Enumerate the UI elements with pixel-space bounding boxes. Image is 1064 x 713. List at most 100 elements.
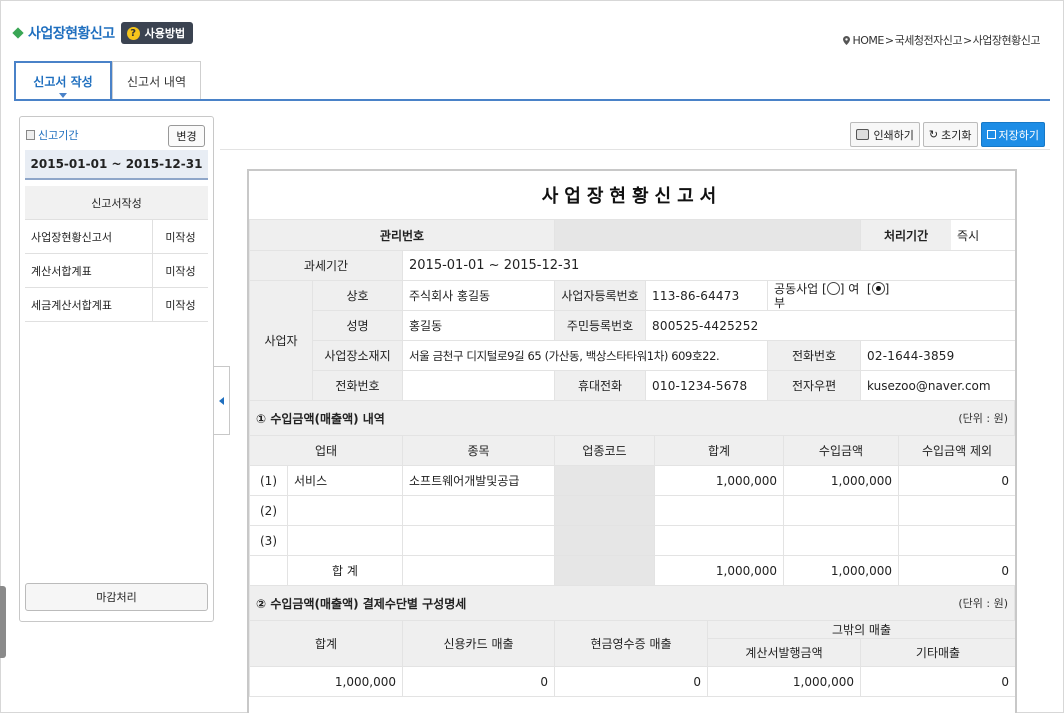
breadcrumb-separator: > (884, 33, 894, 47)
panel-collapse-handle[interactable] (214, 366, 230, 435)
breadcrumb: HOME > 국세청전자신고 > 사업장현황신고 (842, 32, 1041, 48)
row-income[interactable] (783, 525, 899, 556)
period-label: 신고기간 (26, 127, 78, 143)
joint-yes-radio[interactable] (826, 281, 840, 295)
row-business-type[interactable]: 서비스 (287, 465, 403, 496)
row-item[interactable]: 소프트웨어개발및공급 (402, 465, 555, 496)
row-total (654, 495, 784, 526)
reset-button[interactable]: ↻ 초기화 (922, 122, 978, 147)
row-business-type[interactable] (287, 525, 403, 556)
business-label: 사업자 (249, 280, 313, 401)
section-payment-header: ② 수입금액(매출액) 결제수단별 구성명세 (단위 : 원) (249, 586, 1015, 620)
name-value[interactable]: 홍길동 (401, 310, 556, 341)
breadcrumb-efiling[interactable]: 국세청전자신고 (895, 32, 963, 48)
pay-invoice-value[interactable]: 1,000,000 (707, 666, 861, 697)
rrn-value[interactable]: 800525-4425252 (645, 310, 1015, 341)
joint-no-radio[interactable] (871, 281, 885, 295)
list-item[interactable]: 사업장현황신고서 미작성 (25, 220, 208, 254)
save-label: 저장하기 (998, 128, 1039, 142)
row-income[interactable]: 1,000,000 (783, 465, 899, 496)
table-row: (1) 서비스 소프트웨어개발및공급 1,000,000 1,000,000 0 (249, 465, 1015, 496)
tab-write[interactable]: 신고서 작성 (14, 61, 112, 100)
email-label: 전자우편 (767, 370, 862, 401)
question-icon: ? (126, 26, 140, 40)
joint-business-cell: 공동사업 [] 여 [] 부 (767, 280, 1015, 311)
tax-period-label: 과세기간 (249, 250, 403, 281)
help-button[interactable]: ? 사용방법 (120, 22, 194, 44)
phone2-value[interactable] (401, 370, 556, 401)
tab-history[interactable]: 신고서 내역 (112, 61, 202, 100)
row-excluded[interactable] (898, 495, 1015, 526)
company-value[interactable]: 주식회사 홍길동 (401, 280, 556, 311)
row-industry-code[interactable] (554, 465, 655, 496)
save-icon (986, 130, 996, 139)
pay-card-value[interactable]: 0 (402, 666, 555, 697)
row-income[interactable] (783, 495, 899, 526)
payment-table: 합계 신용카드 매출 현금영수증 매출 그밖의 매출 계산서발행금액 기타매출 … (249, 620, 1015, 697)
mgmt-no-label: 관리번호 (249, 219, 556, 251)
change-period-button[interactable]: 변경 (168, 125, 205, 147)
row-total (654, 525, 784, 556)
save-button[interactable]: 저장하기 (980, 122, 1045, 147)
mgmt-no-value (554, 219, 862, 251)
diamond-bullet-icon (12, 27, 24, 39)
col-pay-invoice: 계산서발행금액 (707, 638, 861, 667)
row-industry-code[interactable] (554, 525, 655, 556)
tab-history-label: 신고서 내역 (127, 74, 187, 89)
tab-write-label: 신고서 작성 (33, 75, 93, 89)
row-excluded[interactable] (898, 525, 1015, 556)
phone-value[interactable]: 02-1644-3859 (860, 340, 1015, 371)
mobile-label: 휴대전화 (554, 370, 647, 401)
row-excluded[interactable]: 0 (898, 465, 1015, 496)
address-value[interactable]: 서울 금천구 디지털로9길 65 (가산동, 백상스타타워1차) 609호22. (401, 340, 769, 371)
pay-etc-value[interactable]: 0 (859, 666, 1015, 697)
row-industry-code[interactable] (554, 495, 655, 526)
company-label: 상호 (312, 280, 403, 311)
report-list-header: 신고서작성 (25, 186, 208, 220)
row-number: (2) (249, 495, 288, 526)
section-payment-title: ② 수입금액(매출액) 결제수단별 구성명세 (256, 596, 467, 611)
pay-cash-value[interactable]: 0 (554, 666, 708, 697)
col-pay-total: 합계 (249, 620, 403, 667)
help-label: 사용방법 (144, 27, 186, 40)
page-title: 사업장현황신고 (28, 26, 115, 42)
sum-label: 합 계 (287, 555, 403, 586)
col-pay-cash: 현금영수증 매출 (554, 620, 708, 667)
section-income-header: ① 수입금액(매출액) 내역 (단위 : 원) (249, 401, 1015, 435)
caret-left-icon (219, 396, 224, 405)
bizno-label: 사업자등록번호 (554, 280, 647, 311)
row-item[interactable] (402, 495, 555, 526)
sum-total: 1,000,000 (654, 555, 784, 586)
col-pay-other: 그밖의 매출 (706, 620, 1015, 639)
list-item[interactable]: 계산서합계표 미작성 (25, 254, 208, 288)
list-item-name: 세금계산서합계표 (25, 288, 153, 321)
caret-down-icon (59, 93, 67, 98)
toolbar: 인쇄하기 ↻ 초기화 저장하기 (850, 122, 1045, 147)
mobile-value[interactable]: 010-1234-5678 (645, 370, 769, 401)
print-button[interactable]: 인쇄하기 (850, 122, 920, 147)
sum-item-blank (402, 555, 555, 586)
reset-label: 초기화 (941, 128, 972, 142)
list-item-status: 미작성 (165, 264, 196, 278)
address-label: 사업장소재지 (312, 340, 403, 371)
sum-excluded: 0 (898, 555, 1015, 586)
breadcrumb-home[interactable]: HOME (853, 34, 885, 47)
table-row: 1,000,000 0 0 1,000,000 0 (249, 666, 1015, 697)
table-row: (2) (249, 495, 1015, 526)
proc-period-value: 즉시 (951, 220, 1015, 250)
bizno-value[interactable]: 113-86-64473 (645, 280, 769, 311)
row-number: (3) (249, 525, 288, 556)
report-form: 사업장현황신고서 관리번호 처리기간 즉시 과세기간 2015-01-01 ~ … (247, 169, 1017, 713)
sum-blank (249, 555, 288, 586)
row-number: (1) (249, 465, 288, 496)
list-item-status: 미작성 (165, 230, 196, 244)
email-value[interactable]: kusezoo@naver.com (860, 370, 1015, 401)
list-item-status: 미작성 (165, 298, 196, 312)
close-filing-button[interactable]: 마감처리 (25, 583, 208, 611)
row-item[interactable] (402, 525, 555, 556)
list-item[interactable]: 세금계산서합계표 미작성 (25, 288, 208, 322)
col-item: 종목 (402, 435, 555, 466)
row-business-type[interactable] (287, 495, 403, 526)
list-item-name: 계산서합계표 (25, 254, 153, 287)
side-scroll-handle[interactable] (0, 586, 6, 658)
